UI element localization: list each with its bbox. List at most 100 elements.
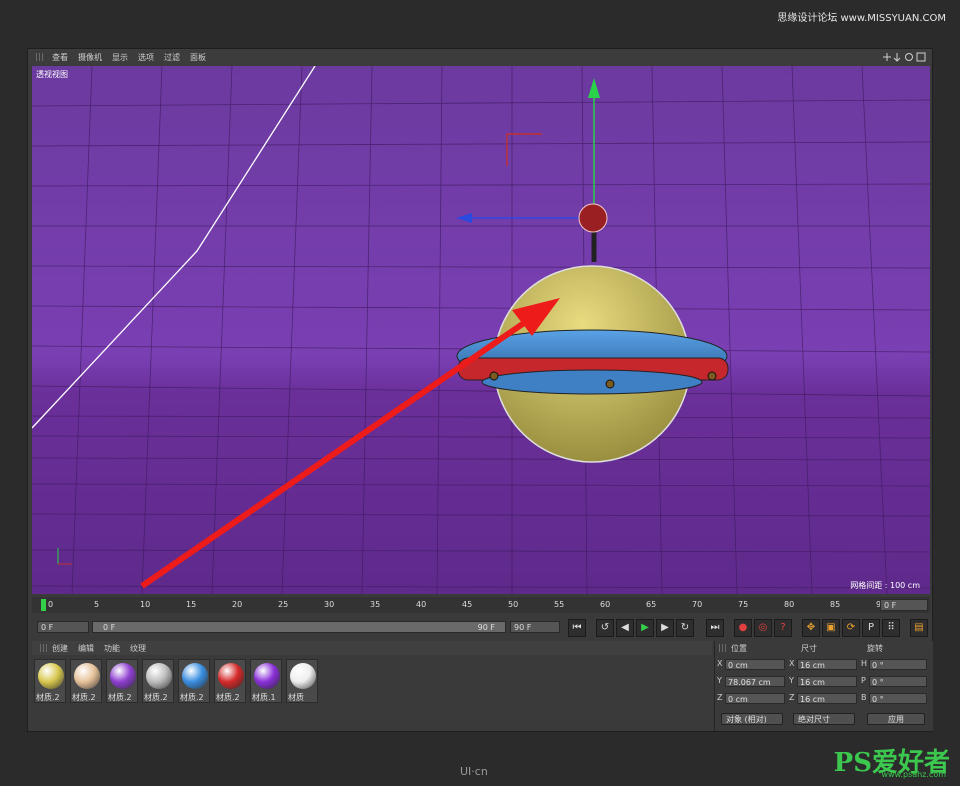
c4d-window: 查看 摄像机 显示 选项 过滤 面板 透视视图 网格间距: 100 cm 0 … [27,48,933,732]
material-ball-icon [254,663,280,689]
menu-camera[interactable]: 摄像机 [78,52,102,63]
header-size: 尺寸 [801,644,817,653]
size-field[interactable]: 16 cm [797,676,857,687]
coordinates-manager: 位置 尺寸 旋转 X0 cm X 16 cm H 0 ° Y 78.067 cm Y 16 cm… [714,641,933,731]
material-ball-icon [146,663,172,689]
watermark-bottom: UI·cn [460,765,488,778]
menu-display[interactable]: 显示 [112,52,128,63]
timeline-tick: 35 [370,600,381,609]
timeline-ruler[interactable]: 051015202530354045505560657075808590 0 F [32,597,930,613]
autokey-icon[interactable]: ◎ [754,619,772,637]
size-field[interactable]: 16 cm [797,693,857,704]
viewport-menubar: 查看 摄像机 显示 选项 过滤 面板 [28,49,932,65]
material-swatch[interactable]: 材质.2 [142,659,174,703]
position-axis-label: X [717,659,723,668]
menu-view[interactable]: 查看 [52,52,68,63]
size-mode-dropdown[interactable]: 绝对尺寸 [793,713,855,725]
record-icon[interactable]: ● [734,619,752,637]
material-label: 材质.2 [108,693,132,702]
material-ball-icon [74,663,100,689]
material-swatch[interactable]: 材质.1 [250,659,282,703]
grip-icon[interactable] [36,53,44,61]
position-field[interactable]: 0 cm [725,659,785,670]
material-ball-icon [218,663,244,689]
position-field[interactable]: 78.067 cm [725,676,785,687]
position-axis-label: Y [717,676,722,685]
material-menu: 创建 编辑 功能 纹理 [32,641,712,655]
rotation-field[interactable]: 0 ° [869,676,927,687]
perspective-viewport[interactable]: 透视视图 网格间距 : 100 cm [32,66,930,594]
timeline-tick: 25 [278,600,289,609]
mat-menu-edit[interactable]: 编辑 [78,643,94,654]
timeline-tick: 85 [830,600,841,609]
timeline-tick: 10 [140,600,151,609]
timeline-tick: 80 [784,600,795,609]
material-label: 材质 [288,693,304,702]
timeline-tick: 5 [94,600,100,609]
size-axis-label: Z [789,693,795,702]
menu-panel[interactable]: 面板 [190,52,206,63]
watermark-top: 思缘设计论坛 www.MISSYUAN.COM [777,13,946,24]
range-end-label: 90 F [477,623,495,632]
menu-filter[interactable]: 过滤 [164,52,180,63]
pla-key-icon[interactable]: ⠿ [882,619,900,637]
play-icon[interactable]: ▶ [636,619,654,637]
grip-icon[interactable] [719,644,727,652]
position-field[interactable]: 0 cm [725,693,785,704]
rotation-field[interactable]: 0 ° [869,693,927,704]
menu-options[interactable]: 选项 [138,52,154,63]
scale-key-icon[interactable]: ▣ [822,619,840,637]
material-ball-icon [182,663,208,689]
transport-bar: 0 F 0 F 90 F 90 F ⏮ ↺ ◀ ▶ ▶ ↻ ⏭ ● ◎ ? ✥ … [32,617,930,639]
position-axis-label: Z [717,693,723,702]
range-start-label: 0 F [103,623,116,632]
timeline-tick: 70 [692,600,703,609]
apply-button[interactable]: 应用 [867,713,925,725]
rotation-field[interactable]: 0 ° [869,659,927,670]
range-slider[interactable]: 0 F 90 F [92,621,506,633]
end-frame-field[interactable]: 90 F [510,621,560,633]
size-field[interactable]: 16 cm [797,659,857,670]
timeline-tick: 15 [186,600,197,609]
timeline-end-field[interactable]: 0 F [880,599,928,611]
film-icon[interactable]: ▤ [910,619,928,637]
material-swatch[interactable]: 材质.2 [34,659,66,703]
rotation-axis-label: H [861,659,868,668]
keyframe-help-icon[interactable]: ? [774,619,792,637]
playhead[interactable] [41,599,46,611]
material-label: 材质.2 [180,693,204,702]
viewport-nav-icons[interactable] [880,51,930,63]
material-manager: 创建 编辑 功能 纹理 材质.2 材质.2 材质.2 材质.2 材质.2 材质.2 材质.1… [32,641,712,731]
timeline-tick: 50 [508,600,519,609]
material-swatch[interactable]: 材质.2 [106,659,138,703]
next-key-icon[interactable]: ↻ [676,619,694,637]
timeline-tick: 20 [232,600,243,609]
material-ball-icon [38,663,64,689]
mat-menu-create[interactable]: 创建 [52,643,68,654]
start-frame-field[interactable]: 0 F [37,621,89,633]
timeline-tick: 45 [462,600,473,609]
mat-menu-function[interactable]: 功能 [104,643,120,654]
timeline-tick: 40 [416,600,427,609]
move-key-icon[interactable]: ✥ [802,619,820,637]
param-key-icon[interactable]: P [862,619,880,637]
timeline-tick: 65 [646,600,657,609]
rotate-key-icon[interactable]: ⟳ [842,619,860,637]
next-frame-icon[interactable]: ▶ [656,619,674,637]
coordinate-mode-dropdown[interactable]: 对象 (相对) [721,713,783,725]
prev-frame-icon[interactable]: ◀ [616,619,634,637]
prev-key-icon[interactable]: ↺ [596,619,614,637]
size-axis-label: Y [789,676,794,685]
grip-icon[interactable] [40,644,48,652]
timeline-tick: 75 [738,600,749,609]
go-to-start-icon[interactable]: ⏮ [568,619,586,637]
mat-menu-texture[interactable]: 纹理 [130,643,146,654]
go-to-end-icon[interactable]: ⏭ [706,619,724,637]
material-swatch[interactable]: 材质 [286,659,318,703]
material-swatch[interactable]: 材质.2 [178,659,210,703]
rotation-axis-label: P [861,676,866,685]
material-swatch[interactable]: 材质.2 [70,659,102,703]
material-swatch[interactable]: 材质.2 [214,659,246,703]
timeline-tick: 55 [554,600,565,609]
material-label: 材质.2 [36,693,60,702]
